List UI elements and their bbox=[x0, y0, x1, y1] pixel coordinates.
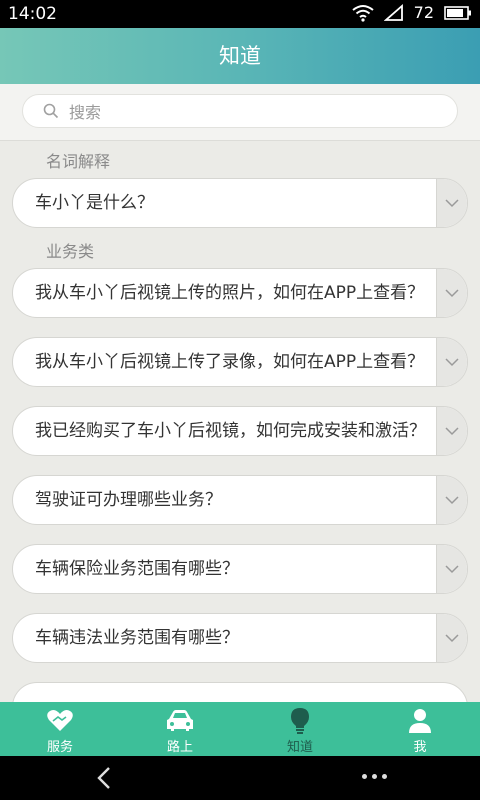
tab-service[interactable]: 服务 bbox=[0, 702, 120, 756]
system-nav-bar bbox=[0, 756, 480, 800]
status-time: 14:02 bbox=[8, 4, 57, 24]
expand-button[interactable] bbox=[436, 179, 467, 227]
battery-icon bbox=[444, 5, 471, 20]
tab-road[interactable]: 路上 bbox=[120, 702, 240, 756]
chevron-down-icon bbox=[445, 495, 459, 504]
search-bar bbox=[0, 84, 480, 141]
expand-button[interactable] bbox=[436, 476, 467, 524]
chevron-down-icon bbox=[445, 357, 459, 366]
faq-item[interactable]: 车辆保险业务范围有哪些？ bbox=[12, 544, 468, 594]
more-icon[interactable] bbox=[362, 774, 387, 779]
chevron-down-icon bbox=[445, 564, 459, 573]
faq-item[interactable]: 车小丫是什么？ bbox=[12, 178, 468, 228]
tab-label: 知道 bbox=[286, 740, 313, 755]
person-icon bbox=[409, 709, 431, 733]
expand-button[interactable] bbox=[436, 407, 467, 455]
faq-question: 车辆违法业务范围有哪些？ bbox=[35, 628, 239, 648]
car-icon bbox=[167, 710, 193, 731]
tab-label: 路上 bbox=[166, 740, 193, 755]
faq-item[interactable]: 我从车小丫后视镜上传了录像，如何在APP上查看？ bbox=[12, 337, 468, 387]
search-icon bbox=[43, 103, 59, 119]
faq-item[interactable]: 我已经购买了车小丫后视镜，如何完成安装和激活？ bbox=[12, 406, 468, 456]
faq-item[interactable]: 车辆违法业务范围有哪些？ bbox=[12, 613, 468, 663]
tab-knowledge[interactable]: 知道 bbox=[240, 702, 360, 756]
lightbulb-icon bbox=[291, 708, 309, 734]
battery-level: 72 bbox=[413, 3, 434, 22]
back-arrow-icon[interactable] bbox=[96, 766, 112, 790]
expand-button[interactable] bbox=[436, 545, 467, 593]
tab-label: 我 bbox=[413, 740, 427, 755]
faq-question: 车小丫是什么？ bbox=[35, 193, 154, 213]
expand-button[interactable] bbox=[436, 614, 467, 662]
status-bar: 14:02 72 bbox=[0, 0, 480, 28]
wifi-icon bbox=[352, 4, 374, 22]
tab-me[interactable]: 我 bbox=[360, 702, 480, 756]
bottom-tab-bar: 服务 路上 知道 我 bbox=[0, 702, 480, 756]
search-input[interactable] bbox=[67, 98, 441, 126]
chevron-down-icon bbox=[445, 426, 459, 435]
page-title: 知道 bbox=[219, 44, 261, 68]
faq-question: 车辆保险业务范围有哪些？ bbox=[35, 559, 239, 579]
chevron-down-icon bbox=[445, 288, 459, 297]
section-label-terms: 名词解释 bbox=[46, 152, 111, 171]
chevron-down-icon bbox=[445, 633, 459, 642]
faq-question: 我已经购买了车小丫后视镜，如何完成安装和激活？ bbox=[35, 421, 426, 441]
search-box[interactable] bbox=[22, 94, 458, 128]
expand-button[interactable] bbox=[436, 269, 467, 317]
faq-item[interactable]: 驾驶证可办理哪些业务？ bbox=[12, 475, 468, 525]
heart-handshake-icon bbox=[47, 710, 73, 731]
tab-label: 服务 bbox=[46, 740, 73, 755]
faq-item[interactable]: 我从车小丫后视镜上传的照片，如何在APP上查看？ bbox=[12, 268, 468, 318]
signal-icon bbox=[383, 3, 403, 21]
faq-question: 我从车小丫后视镜上传了录像，如何在APP上查看？ bbox=[35, 352, 425, 372]
chevron-down-icon bbox=[445, 198, 459, 207]
faq-question: 驾驶证可办理哪些业务？ bbox=[35, 490, 222, 510]
faq-question: 我从车小丫后视镜上传的照片，如何在APP上查看？ bbox=[35, 283, 425, 303]
section-label-business: 业务类 bbox=[46, 242, 95, 261]
expand-button[interactable] bbox=[436, 338, 467, 386]
status-icons: 72 bbox=[352, 3, 472, 22]
faq-item-partial[interactable] bbox=[12, 682, 468, 702]
faq-list[interactable]: 名词解释 车小丫是什么？ 业务类 我从车小丫后视镜上传的照片，如何在APP上查看… bbox=[0, 84, 480, 702]
page-header: 知道 bbox=[0, 28, 480, 84]
